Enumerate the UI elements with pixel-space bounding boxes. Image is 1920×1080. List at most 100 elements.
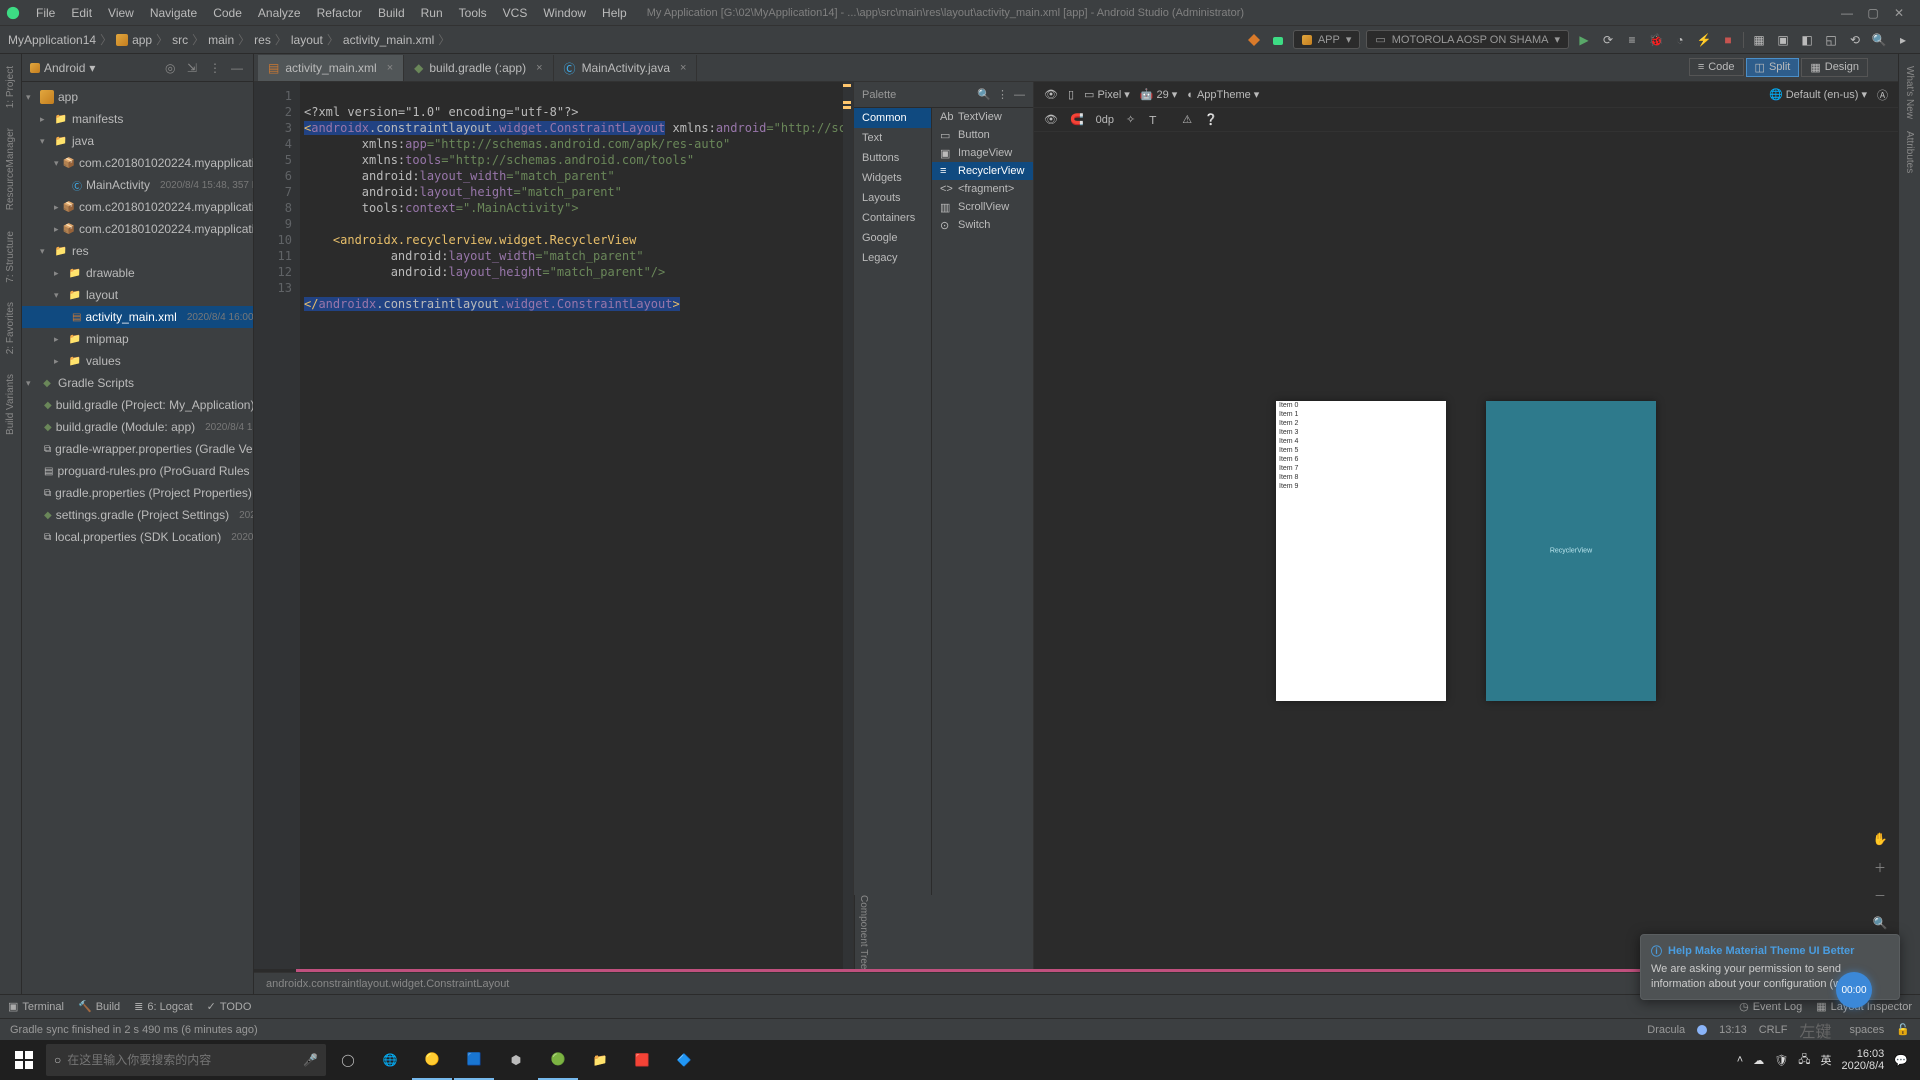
tab-todo[interactable]: ✓ TODO xyxy=(207,1000,252,1013)
settings-icon[interactable]: ⋮ xyxy=(997,88,1008,101)
run-config-dropdown[interactable]: APP ▾ xyxy=(1293,30,1361,49)
settings-icon[interactable]: ⋮ xyxy=(209,61,223,75)
palette-cat-widgets[interactable]: Widgets xyxy=(854,168,931,188)
tray-clock[interactable]: 16:03 2020/8/4 xyxy=(1841,1048,1884,1072)
toolwin-build-variants[interactable]: Build Variants xyxy=(5,368,16,441)
search-icon[interactable]: 🔍 xyxy=(977,88,991,101)
tray-ime[interactable]: 英 xyxy=(1820,1052,1831,1068)
toolwin-project[interactable]: 1: Project xyxy=(5,60,16,114)
apply-code-icon[interactable]: ≡ xyxy=(1623,31,1641,49)
close-icon[interactable]: × xyxy=(536,62,542,74)
palette-item-switch[interactable]: ⊙Switch xyxy=(932,216,1033,234)
tray-expand-icon[interactable]: ˄ xyxy=(1737,1054,1743,1066)
tree-values[interactable]: ▸📁values xyxy=(22,350,253,372)
tray-security-icon[interactable]: 🛡 xyxy=(1774,1054,1788,1067)
zoom-in-icon[interactable]: ＋ xyxy=(1870,857,1890,877)
tree-layout[interactable]: ▾📁layout xyxy=(22,284,253,306)
mode-design[interactable]: ▦Design xyxy=(1801,58,1868,77)
tree-mipmap[interactable]: ▸📁mipmap xyxy=(22,328,253,350)
visibility-icon[interactable]: 👁 xyxy=(1044,113,1058,126)
tray-network-icon[interactable]: 🖧 xyxy=(1798,1051,1810,1070)
tree-res[interactable]: ▾📁res xyxy=(22,240,253,262)
window-maximize-icon[interactable]: ▢ xyxy=(1866,6,1880,20)
tree-build-gradle-project[interactable]: ◆build.gradle (Project: My_Application)2 xyxy=(22,394,253,416)
design-canvas[interactable]: Item 0 Item 1 Item 2 Item 3 Item 4 Item … xyxy=(1034,132,1898,969)
close-icon[interactable]: × xyxy=(680,62,686,74)
blueprint-frame[interactable]: RecyclerView xyxy=(1486,401,1656,701)
palette-cat-containers[interactable]: Containers xyxy=(854,208,931,228)
breadcrumb-app[interactable]: app xyxy=(132,33,152,47)
menu-vcs[interactable]: VCS xyxy=(495,3,536,23)
start-button[interactable] xyxy=(4,1040,44,1080)
tab-build-gradle[interactable]: ◆build.gradle (:app)× xyxy=(404,55,553,81)
apply-changes-icon[interactable]: ⟳ xyxy=(1599,31,1617,49)
orientation-icon[interactable]: ▯ xyxy=(1068,88,1074,101)
taskbar-search[interactable]: ○ 🎤 xyxy=(46,1044,326,1076)
zoom-question-icon[interactable]: ❔ xyxy=(1204,113,1218,126)
toolwin-attributes[interactable]: Attributes xyxy=(1904,125,1915,179)
recording-timer-bubble[interactable]: 00:00 xyxy=(1836,972,1872,1008)
tree-gradle-scripts[interactable]: ▾◆Gradle Scripts xyxy=(22,372,253,394)
target-icon[interactable]: ◎ xyxy=(165,61,179,75)
menu-file[interactable]: File xyxy=(28,3,63,23)
tree-gradle-props[interactable]: ⧉gradle.properties (Project Properties)2 xyxy=(22,482,253,504)
tree-pkg-main[interactable]: ▾📦com.c201801020224.myapplication xyxy=(22,152,253,174)
breadcrumb-src[interactable]: src xyxy=(172,33,188,47)
status-caret-pos[interactable]: 13:13 xyxy=(1719,1024,1747,1036)
marker-strip[interactable] xyxy=(843,82,853,969)
toolwin-favorites[interactable]: 2: Favorites xyxy=(5,296,16,360)
pan-icon[interactable]: ✋ xyxy=(1870,829,1890,849)
palette-cat-text[interactable]: Text xyxy=(854,128,931,148)
menu-analyze[interactable]: Analyze xyxy=(250,3,309,23)
breadcrumb-res[interactable]: res xyxy=(254,33,271,47)
palette-cat-common[interactable]: Common xyxy=(854,108,931,128)
clear-icon[interactable]: Ｔ xyxy=(1147,112,1158,128)
tree-settings-gradle[interactable]: ◆settings.gradle (Project Settings)2020/… xyxy=(22,504,253,526)
taskbar-screenrec[interactable]: 🟦 xyxy=(454,1040,494,1080)
warnings-icon[interactable]: ⚠ xyxy=(1182,113,1192,126)
tree-activity-main-xml[interactable]: ▤activity_main.xml2020/8/4 16:00, 51 xyxy=(22,306,253,328)
tab-build[interactable]: 🔨 Build xyxy=(78,1000,120,1013)
menu-view[interactable]: View xyxy=(100,3,142,23)
palette-cat-layouts[interactable]: Layouts xyxy=(854,188,931,208)
device-selector[interactable]: ▭Pixel ▾ xyxy=(1084,88,1130,101)
toolwin-structure[interactable]: 7: Structure xyxy=(5,225,16,289)
breadcrumb-file[interactable]: activity_main.xml xyxy=(343,33,434,47)
taskbar-android-studio[interactable]: 🟢 xyxy=(538,1040,578,1080)
locale-selector[interactable]: 🌐 Default (en-us) ▾ xyxy=(1769,88,1867,101)
taskbar-explorer[interactable]: 📁 xyxy=(580,1040,620,1080)
breadcrumb-main[interactable]: main xyxy=(208,33,234,47)
palette-item-textview[interactable]: AbTextView xyxy=(932,108,1033,126)
mode-split[interactable]: ◫Split xyxy=(1746,58,1800,77)
code-editor[interactable]: 12345678910111213 <?xml version="1.0" en… xyxy=(254,82,854,969)
palette-item-button[interactable]: ▭Button xyxy=(932,126,1033,144)
tab-activity-main[interactable]: ▤activity_main.xml× xyxy=(258,55,404,81)
project-view-dropdown[interactable]: Android ▾ xyxy=(30,61,95,75)
tree-main-activity[interactable]: ⒸMainActivity2020/8/4 15:48, 357 B 1 xyxy=(22,174,253,196)
taskbar-app-hex[interactable]: ⬢ xyxy=(496,1040,536,1080)
tree-java[interactable]: ▾📁java xyxy=(22,130,253,152)
menu-tools[interactable]: Tools xyxy=(451,3,495,23)
android-icon[interactable] xyxy=(1269,31,1287,49)
taskbar-chrome[interactable]: 🟡 xyxy=(412,1040,452,1080)
sync-icon[interactable]: ⟲ xyxy=(1846,31,1864,49)
tree-local-props[interactable]: ⧉local.properties (SDK Location)2020/8 xyxy=(22,526,253,548)
tray-cloud-icon[interactable]: ☁ xyxy=(1753,1054,1764,1067)
breadcrumb-root[interactable]: MyApplication14 xyxy=(8,33,96,47)
tree-pkg-test[interactable]: ▸📦com.c201801020224.myapplication (t xyxy=(22,218,253,240)
help-icon[interactable]: ▸ xyxy=(1894,31,1912,49)
toolwin-whatsnew[interactable]: What's New xyxy=(1904,60,1915,125)
tab-logcat[interactable]: ≣ 6: Logcat xyxy=(134,1000,192,1013)
design-preview-frame[interactable]: Item 0 Item 1 Item 2 Item 3 Item 4 Item … xyxy=(1276,401,1446,701)
tree-proguard[interactable]: ▤proguard-rules.pro (ProGuard Rules fo xyxy=(22,460,253,482)
tree-pkg-android-test[interactable]: ▸📦com.c201801020224.myapplication (a xyxy=(22,196,253,218)
palette-cat-legacy[interactable]: Legacy xyxy=(854,248,931,268)
taskbar-app[interactable]: 🟥 xyxy=(622,1040,662,1080)
stop-button-icon[interactable]: ■ xyxy=(1719,31,1737,49)
mode-code[interactable]: ≡Code xyxy=(1689,58,1744,76)
status-indent[interactable]: spaces xyxy=(1849,1024,1884,1036)
search-icon[interactable]: 🔍 xyxy=(1870,31,1888,49)
resource-manager-icon[interactable]: ◧ xyxy=(1798,31,1816,49)
palette-cat-google[interactable]: Google xyxy=(854,228,931,248)
default-margin[interactable]: 0dp xyxy=(1096,114,1114,126)
